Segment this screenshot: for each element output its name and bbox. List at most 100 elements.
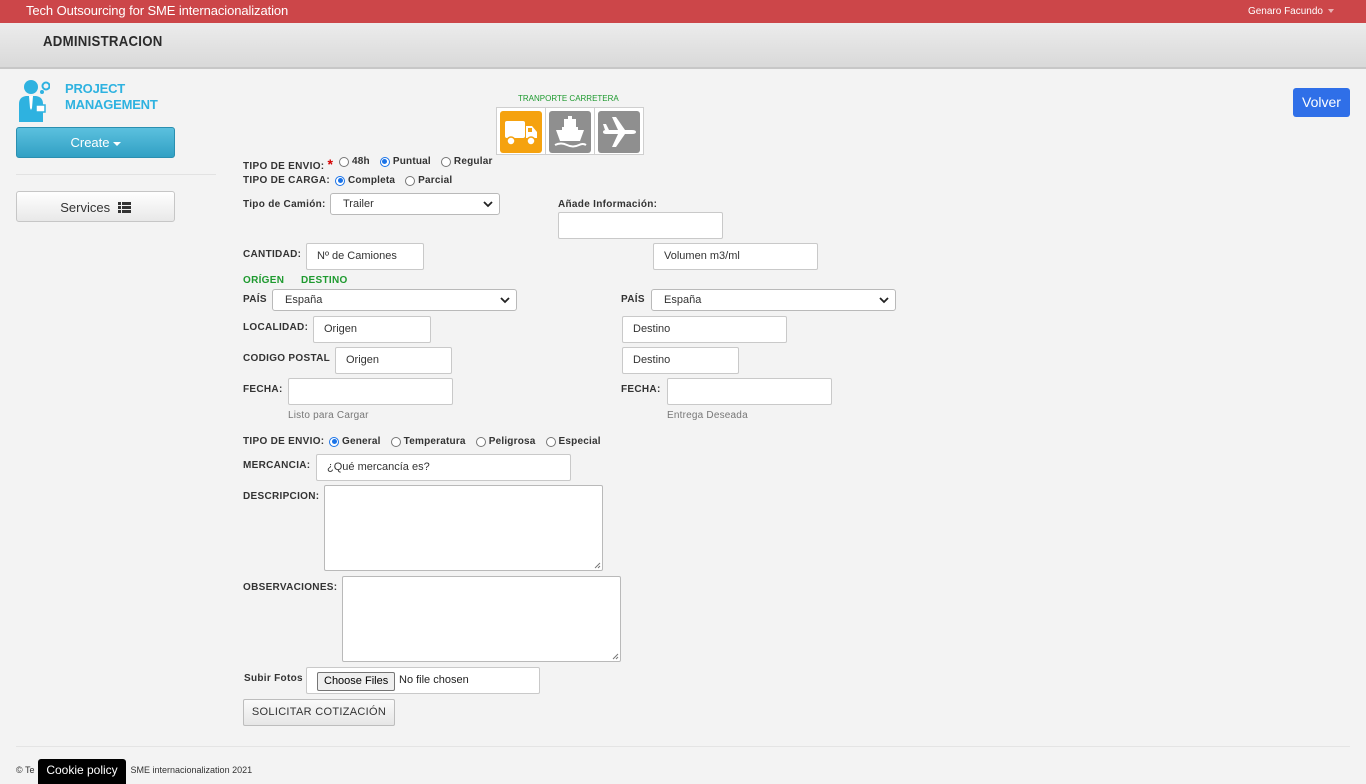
anade-info-input[interactable] (558, 212, 723, 239)
pais-origen-select[interactable]: España (272, 289, 517, 311)
tipo-envio2-radio-group: General Temperatura Peligrosa Especial (329, 436, 611, 447)
user-name: Genaro Facundo (1247, 6, 1323, 17)
tipo-envio-label-text: TIPO DE ENVIO: (243, 161, 325, 172)
radio-temperatura[interactable]: Temperatura (390, 436, 466, 447)
radio-circle[interactable] (475, 436, 486, 447)
file-input[interactable]: Choose Files No file chosen (306, 667, 540, 694)
radio-circle[interactable] (379, 156, 390, 167)
chevron-down-icon (483, 201, 493, 208)
user-menu[interactable]: Genaro Facundo (1248, 6, 1334, 17)
radio-label: Temperatura (403, 436, 466, 447)
list-icon (117, 202, 131, 213)
fecha-destino-label: FECHA: (621, 384, 661, 395)
copyright-right: SME internacionalization 2021 (130, 765, 253, 775)
observaciones-label: OBSERVACIONES: (243, 582, 338, 593)
tipo-camion-label: Tipo de Camión: (243, 199, 326, 210)
radio-label: 48h (352, 156, 370, 167)
logo-line2: MANAGEMENT (65, 97, 158, 112)
chevron-down-icon (500, 297, 510, 304)
plane-icon (598, 111, 640, 153)
tipo-carga-radio-group: Completa Parcial (335, 175, 462, 186)
fecha-origen-label: FECHA: (243, 384, 283, 395)
tipo-camion-select[interactable]: Trailer (330, 193, 500, 215)
pais-destino-label: PAÍS (621, 294, 645, 305)
transport-option-ship[interactable] (545, 107, 595, 155)
descripcion-textarea[interactable] (324, 485, 603, 571)
transport-option-truck[interactable] (496, 107, 546, 155)
admin-bar: ADMINISTRACION (0, 23, 1366, 69)
localidad-destino-input[interactable]: Destino (622, 316, 787, 343)
radio-circle[interactable] (329, 436, 339, 447)
select-value: España (285, 294, 323, 306)
volumen-input[interactable]: Volumen m3/ml (653, 243, 818, 270)
n-camiones-input[interactable]: Nº de Camiones (306, 243, 424, 270)
observaciones-textarea[interactable] (342, 576, 621, 662)
radio-label: Especial (558, 436, 601, 447)
brand-title[interactable]: Tech Outsourcing for SME internacionaliz… (26, 3, 288, 18)
localidad-label: LOCALIDAD: (243, 322, 309, 333)
ship-icon (549, 111, 591, 153)
radio-label: Completa (348, 175, 396, 186)
manager-person-icon (19, 80, 51, 122)
fecha-origen-input[interactable] (288, 378, 453, 405)
localidad-origen-input[interactable]: Origen (313, 316, 431, 343)
destino-heading: DESTINO (301, 275, 348, 286)
anade-info-label: Añade Información: (558, 199, 658, 210)
radio-peligrosa[interactable]: Peligrosa (475, 436, 536, 447)
radio-circle[interactable] (405, 175, 416, 186)
choose-files-button[interactable]: Choose Files (317, 672, 396, 691)
create-label: Create (70, 135, 110, 150)
radio-circle[interactable] (335, 175, 345, 186)
radio-regular[interactable]: Regular (440, 156, 493, 167)
origen-heading: ORÍGEN (243, 275, 285, 286)
transport-title: TRANPORTE CARRETERA (518, 94, 619, 103)
radio-circle[interactable] (390, 436, 401, 447)
required-marker: * (327, 156, 334, 172)
caret-down-icon (1328, 9, 1334, 14)
fecha-destino-input[interactable] (667, 378, 832, 405)
pais-origen-label: PAÍS (243, 294, 267, 305)
descripcion-label: DESCRIPCION: (243, 491, 320, 502)
tipo-envio-radio-group: 48h Puntual Regular (339, 156, 503, 167)
radio-parcial[interactable]: Parcial (405, 175, 452, 186)
services-label: Services (60, 200, 111, 215)
radio-general[interactable]: General (329, 436, 381, 447)
cp-origen-input[interactable]: Origen (335, 347, 452, 374)
radio-label: Regular (453, 156, 493, 167)
sidebar-divider (16, 174, 216, 175)
pais-destino-select[interactable]: España (651, 289, 896, 311)
radio-circle[interactable] (440, 156, 451, 167)
solicitar-cotizacion-button[interactable]: SOLICITAR COTIZACIÓN (243, 699, 395, 726)
services-button[interactable]: Services (16, 191, 175, 222)
radio-completa[interactable]: Completa (335, 175, 395, 186)
volver-button[interactable]: Volver (1293, 88, 1350, 117)
radio-label: General (342, 436, 381, 447)
tipo-envio2-label: TIPO DE ENVIO: (243, 436, 325, 447)
resize-grip-icon[interactable] (612, 653, 619, 660)
chevron-down-icon (879, 297, 889, 304)
radio-label: Puntual (392, 156, 431, 167)
cantidad-label: CANTIDAD: (243, 249, 302, 260)
cookie-policy-button[interactable]: Cookie policy (38, 759, 126, 784)
codigo-postal-label: CODIGO POSTAL (243, 353, 331, 364)
caret-down-icon (112, 141, 121, 146)
transport-option-plane[interactable] (594, 107, 644, 155)
cp-destino-input[interactable]: Destino (622, 347, 739, 374)
select-value: España (664, 294, 702, 306)
radio-label: Parcial (418, 175, 453, 186)
resize-grip-icon[interactable] (594, 562, 601, 569)
radio-circle[interactable] (545, 436, 556, 447)
admin-title: ADMINISTRACION (43, 33, 163, 50)
mercancia-input[interactable]: ¿Qué mercancía es? (316, 454, 571, 481)
radio-puntual[interactable]: Puntual (379, 156, 431, 167)
radio-circle[interactable] (339, 156, 349, 167)
no-file-text: No file chosen (399, 674, 469, 686)
create-button[interactable]: Create (16, 127, 175, 158)
radio-48h[interactable]: 48h (339, 156, 370, 167)
fecha-destino-hint: Entrega Deseada (667, 410, 748, 421)
tipo-envio-label: TIPO DE ENVIO: * (243, 156, 333, 172)
copyright-left: © Te (16, 765, 35, 775)
radio-especial[interactable]: Especial (545, 436, 601, 447)
fecha-origen-hint: Listo para Cargar (288, 410, 369, 421)
truck-icon (500, 111, 542, 153)
